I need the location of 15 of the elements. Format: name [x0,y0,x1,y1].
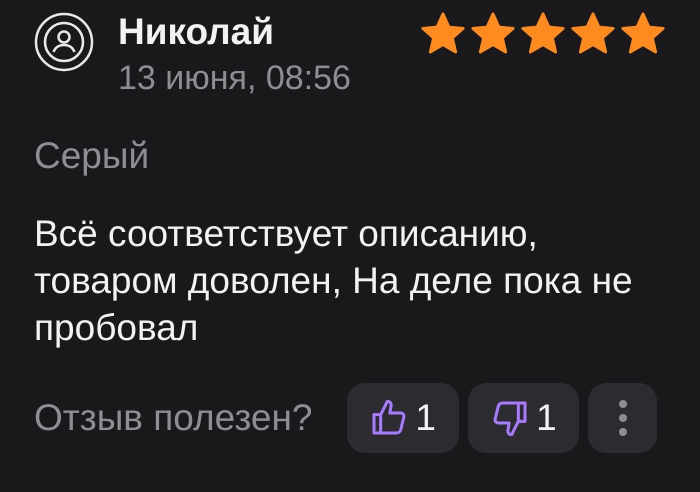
review-text: Всё соответствует описанию, товаром доволен, На деле пока не пробовал [34,212,634,350]
like-button[interactable]: 1 [346,383,459,453]
more-icon [618,400,627,436]
author-name: Николай [118,10,276,54]
more-button[interactable] [588,383,657,453]
star-icon [570,10,616,56]
helpful-question: Отзыв полезен? [34,397,314,439]
product-variant: Серый [34,134,150,178]
review-date: 13 июня, 08:56 [118,58,352,99]
star-icon [420,10,466,56]
star-icon [520,10,566,56]
avatar-icon [34,12,94,72]
star-icon [620,10,666,56]
star-icon [470,10,516,56]
dislike-button[interactable]: 1 [468,383,580,453]
